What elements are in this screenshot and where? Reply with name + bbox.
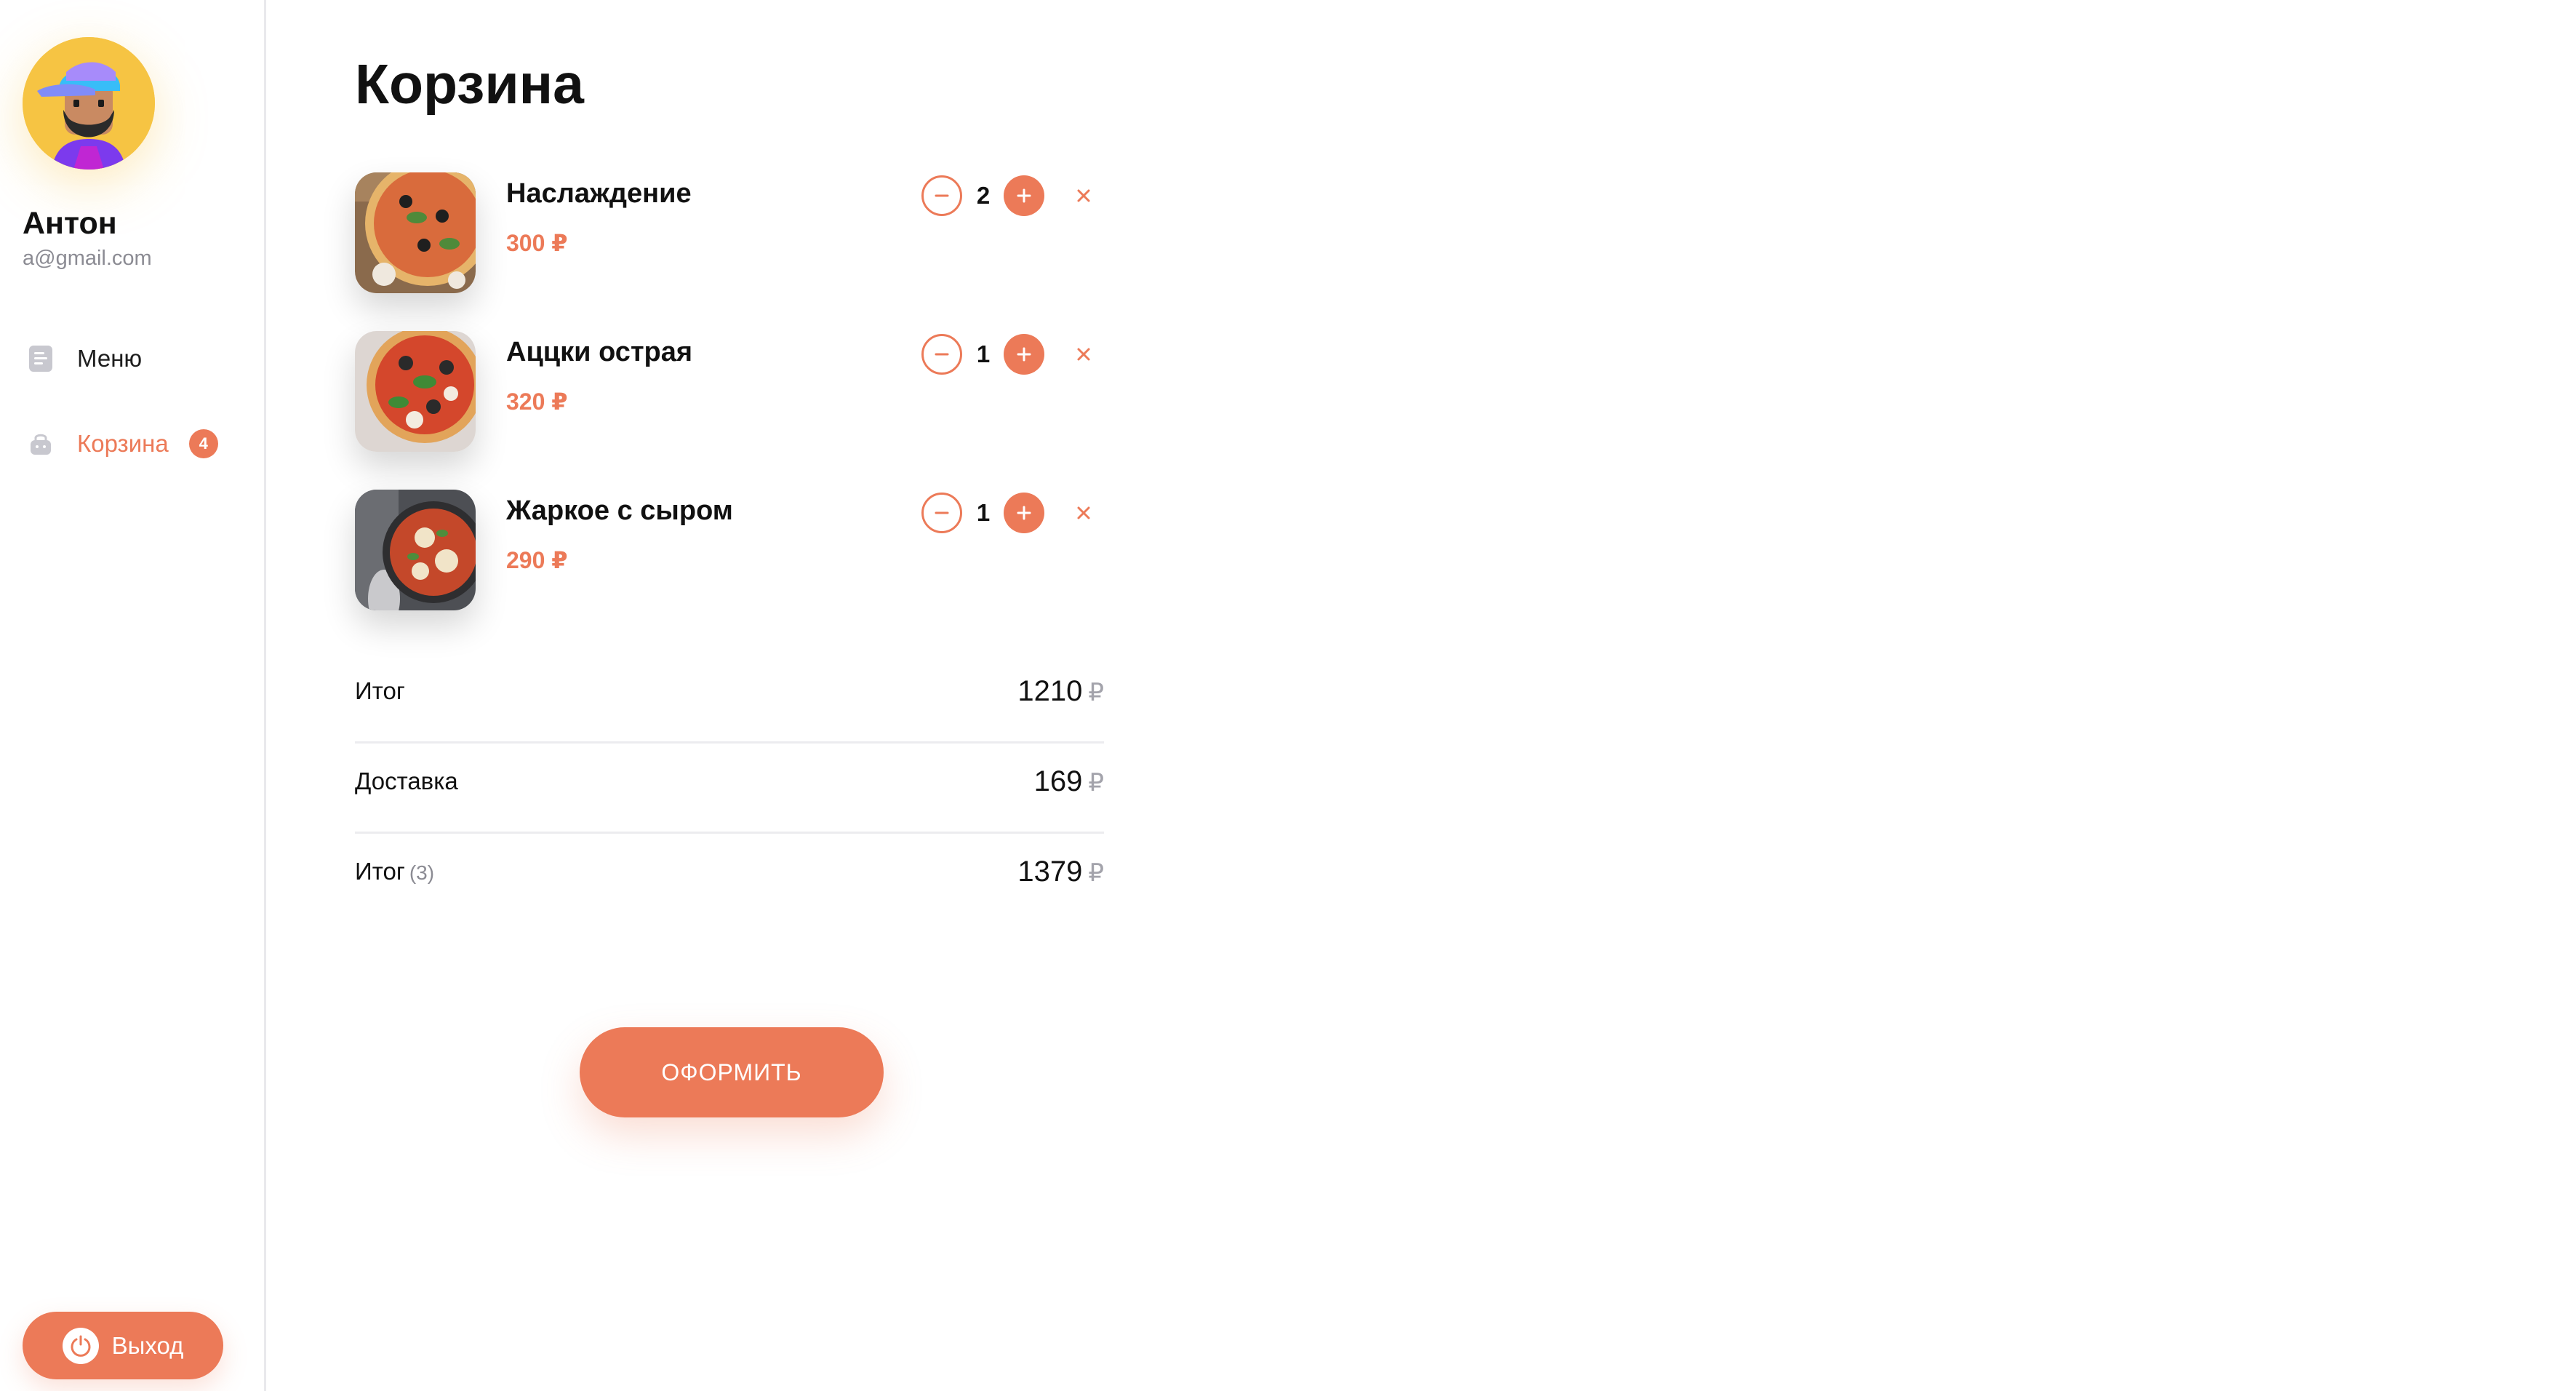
quantity-value: 1: [976, 340, 991, 367]
cart-item: Жаркое с сыром 290 ₽ 1: [355, 490, 1104, 648]
bag-icon: [26, 429, 55, 458]
item-price: 300 ₽: [506, 230, 568, 256]
order-summary: Итог 1210 ₽ Доставка 169 ₽ Итог (3) 1379 ₽: [355, 653, 1104, 924]
delivery-amount: 169: [1033, 765, 1083, 797]
close-icon: [1077, 506, 1090, 519]
minus-icon: [935, 353, 949, 356]
sidebar-item-label: Корзина: [77, 430, 169, 457]
summary-row-delivery: Доставка 169 ₽: [355, 744, 1104, 834]
page-title: Корзина: [355, 53, 584, 116]
sidebar-item-label: Меню: [77, 345, 143, 372]
item-name: Аццки острая: [506, 337, 693, 367]
plus-icon: [1017, 188, 1031, 203]
pizza-spicy-photo: [355, 331, 476, 452]
close-icon: [1077, 189, 1090, 202]
item-price: 320 ₽: [506, 388, 568, 415]
pizza-olives-photo: [355, 172, 476, 293]
power-icon: [62, 1327, 99, 1364]
summary-row-subtotal: Итог 1210 ₽: [355, 653, 1104, 744]
decrease-quantity-button[interactable]: [921, 493, 962, 533]
total-label: Итог: [355, 858, 405, 885]
decrease-quantity-button[interactable]: [921, 175, 962, 216]
app-root: Антон a@gmail.com Меню Корзина 4 Выход К…: [0, 0, 2576, 1391]
cart-list: Наслаждение 300 ₽ 2 Аццки острая 320 ₽ 1…: [355, 172, 1104, 648]
bearded-man-avatar-icon: [23, 37, 155, 170]
total-item-count: (3): [409, 861, 435, 884]
quantity-value: 1: [976, 499, 991, 526]
minus-icon: [935, 194, 949, 197]
remove-item-button[interactable]: [1069, 498, 1098, 527]
increase-quantity-button[interactable]: [1004, 175, 1044, 216]
cart-item: Аццки острая 320 ₽ 1: [355, 331, 1104, 490]
minus-icon: [935, 511, 949, 514]
item-price: 290 ₽: [506, 547, 568, 573]
total-amount: 1379: [1017, 856, 1083, 888]
item-name: Наслаждение: [506, 178, 692, 209]
summary-row-total: Итог (3) 1379 ₽: [355, 834, 1104, 924]
summary-label: Итог: [355, 677, 405, 704]
plus-icon: [1017, 347, 1031, 362]
decrease-quantity-button[interactable]: [921, 334, 962, 375]
summary-value: 1379 ₽: [1017, 856, 1104, 888]
logout-label: Выход: [111, 1331, 184, 1359]
summary-label: Доставка: [355, 768, 458, 794]
document-icon: [26, 344, 55, 373]
avatar: [23, 37, 155, 170]
increase-quantity-button[interactable]: [1004, 493, 1044, 533]
remove-item-button[interactable]: [1069, 181, 1098, 210]
currency-symbol: ₽: [1088, 859, 1104, 887]
sidebar-item-menu[interactable]: Меню: [26, 337, 142, 380]
cart-item: Наслаждение 300 ₽ 2: [355, 172, 1104, 331]
sidebar: Антон a@gmail.com Меню Корзина 4 Выход: [0, 0, 266, 1391]
summary-value: 1210 ₽: [1017, 675, 1104, 708]
checkout-button[interactable]: ОФОРМИТЬ: [580, 1027, 884, 1117]
sidebar-item-cart[interactable]: Корзина 4: [26, 422, 218, 466]
remove-item-button[interactable]: [1069, 340, 1098, 369]
currency-symbol: ₽: [1088, 679, 1104, 706]
roast-cheese-photo: [355, 490, 476, 610]
subtotal-amount: 1210: [1017, 675, 1083, 707]
close-icon: [1077, 348, 1090, 361]
user-email: a@gmail.com: [23, 247, 152, 270]
summary-label: Итог (3): [355, 858, 434, 885]
summary-value: 169 ₽: [1034, 765, 1104, 798]
plus-icon: [1017, 506, 1031, 520]
increase-quantity-button[interactable]: [1004, 334, 1044, 375]
currency-symbol: ₽: [1088, 769, 1104, 797]
cart-count-badge: 4: [188, 429, 218, 458]
quantity-value: 2: [976, 182, 991, 209]
user-name: Антон: [23, 206, 117, 241]
logout-button[interactable]: Выход: [23, 1312, 223, 1379]
item-name: Жаркое с сыром: [506, 495, 733, 526]
